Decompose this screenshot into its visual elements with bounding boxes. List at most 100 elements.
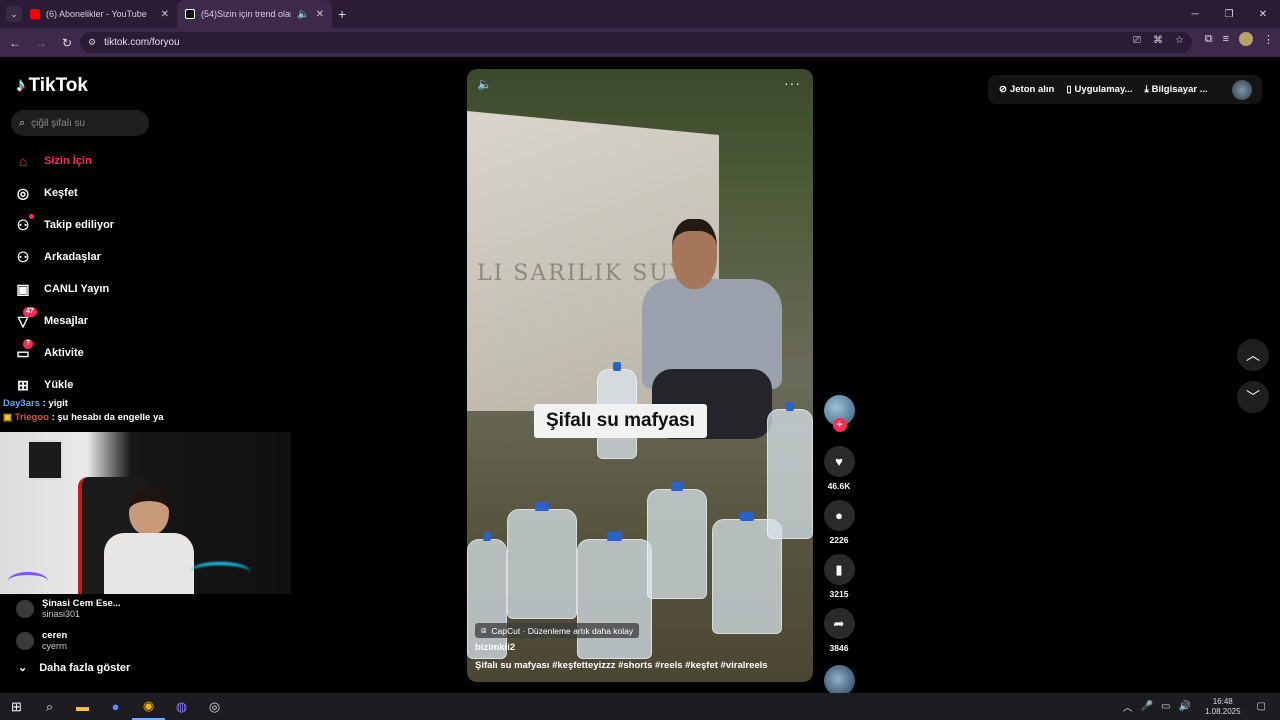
tab-youtube[interactable]: (6) Abonelikler - YouTube ✕ — [22, 0, 177, 28]
following-icon: ⚇ — [16, 216, 30, 233]
obs-icon[interactable]: ◎ — [198, 693, 231, 720]
minimize-button[interactable]: ─ — [1178, 0, 1212, 28]
search-placeholder: çiğil şifalı su — [31, 117, 86, 129]
translate-icon[interactable]: ⌘ — [1153, 35, 1163, 46]
close-tab-icon[interactable]: ✕ — [316, 9, 324, 20]
reload-button[interactable]: ↻ — [56, 32, 78, 54]
following-item[interactable]: Şinasi Cem Ese... sinasi301 — [16, 593, 121, 625]
new-tab-button[interactable]: + — [338, 6, 346, 22]
water-bottle — [577, 532, 652, 659]
profile-avatar[interactable] — [1232, 79, 1252, 100]
video-player[interactable]: LI SARILIK SUYU 🔈 ··· Şifalı su mafyası … — [467, 69, 813, 682]
sidebar-item-label: Mesajlar — [44, 315, 89, 327]
header-actions: ⊘ Jeton alın ▯ Uygulamay... ⤓ Bilgisayar… — [988, 75, 1262, 104]
water-bottle — [647, 482, 707, 599]
sidebar-item-friends[interactable]: ⚇ Arkadaşlar — [14, 241, 114, 273]
search-input[interactable]: ⌕ çiğil şifalı su — [11, 110, 149, 136]
bookmark-star-icon[interactable]: ☆ — [1175, 35, 1184, 46]
sidebar-item-activity[interactable]: ▭ 7 Aktivite — [14, 337, 114, 369]
author-avatar[interactable]: + — [823, 395, 855, 432]
tab-title: (54)Sizin için trend olan vid... — [201, 9, 291, 19]
subscriber-badge-icon: ▣ — [3, 412, 12, 423]
clock-time: 16:48 — [1212, 696, 1233, 706]
save-button[interactable]: ▮ — [823, 554, 855, 585]
get-app-button[interactable]: ▯ Uygulamay... — [1066, 84, 1132, 95]
sidebar-item-messages[interactable]: ▽ 47 Mesajlar — [14, 305, 114, 337]
sidebar-item-for-you[interactable]: ⌂ Sizin İçin — [14, 145, 114, 177]
cat-poster — [27, 440, 63, 480]
tab-search-button[interactable]: ⌄ — [6, 6, 22, 22]
extensions-icon[interactable]: ⧉ — [1205, 33, 1213, 46]
speaker-icon[interactable]: 🔈 — [297, 9, 309, 20]
following-name: ceren — [42, 630, 68, 641]
discord-icon[interactable]: ◍ — [165, 693, 198, 720]
following-username: cyerrn — [42, 641, 68, 651]
capcut-tag[interactable]: ⧈ CapCut · Düzenleme artık daha kolay — [475, 623, 640, 638]
url-bar[interactable]: ⚙ tiktok.com/foryou ⎚ ⌘ ☆ — [80, 32, 1192, 53]
video-actions: + ♥ 46.6K ● 2226 ▮ 3215 ➦ 3846 — [823, 395, 855, 696]
avatar — [16, 600, 34, 618]
home-icon: ⌂ — [18, 153, 28, 169]
profile-avatar[interactable] — [1239, 32, 1253, 46]
clock-date: 1.08.2025 — [1204, 706, 1241, 716]
sidebar-item-label: Arkadaşlar — [44, 251, 101, 263]
man-head — [672, 219, 717, 289]
sidebar-item-live[interactable]: ▣ CANLI Yayın — [14, 273, 114, 305]
next-video-button[interactable]: ﹀ — [1237, 381, 1269, 413]
windows-start-icon[interactable]: ⊞ — [0, 693, 33, 720]
volume-icon[interactable]: 🔈 — [477, 77, 492, 91]
install-app-icon[interactable]: ⎚ — [1133, 35, 1141, 46]
search-icon[interactable]: ⌕ — [33, 693, 66, 720]
music-disc-icon[interactable] — [823, 665, 855, 696]
notifications-icon[interactable]: ▢ — [1257, 701, 1266, 712]
chat-text: : yigit — [42, 398, 68, 409]
sidebar-item-upload[interactable]: ⊞ Yükle — [14, 369, 114, 401]
clock[interactable]: 16:48 1.08.2025 — [1205, 697, 1241, 717]
like-button[interactable]: ♥ — [823, 446, 855, 477]
site-info-icon[interactable]: ⚙ — [88, 37, 96, 48]
show-more-button[interactable]: ⌄ Daha fazla göster — [18, 661, 130, 675]
follow-plus-icon[interactable]: + — [832, 418, 847, 432]
bookmark-icon: ▮ — [835, 561, 843, 577]
close-window-button[interactable]: ✕ — [1246, 0, 1280, 28]
more-options-icon[interactable]: ··· — [784, 75, 801, 91]
sidebar-item-following[interactable]: ⚇ Takip ediliyor — [14, 209, 114, 241]
desktop-app-button[interactable]: ⤓ Bilgisayar ... — [1144, 84, 1207, 95]
streamer-shirt — [104, 533, 194, 594]
get-coins-button[interactable]: ⊘ Jeton alın — [999, 84, 1054, 95]
browser-tab-bar: ⌄ (6) Abonelikler - YouTube ✕ (54)Sizin … — [0, 0, 1280, 28]
streamer — [104, 487, 194, 594]
following-item[interactable]: ceren cyerrn — [16, 625, 121, 657]
app-icon[interactable]: ● — [99, 693, 132, 720]
tab-title: (6) Abonelikler - YouTube — [46, 9, 147, 19]
volume-icon[interactable]: 🔊 — [1179, 701, 1191, 712]
coin-icon: ⊘ — [999, 84, 1007, 95]
chevron-up-icon[interactable]: ︿ — [1123, 699, 1133, 714]
get-coins-label: Jeton alın — [1009, 84, 1055, 95]
window-controls: ─ ❐ ✕ — [1178, 0, 1280, 28]
browser-menu-icon[interactable]: ⋮ — [1263, 33, 1274, 46]
logo-text: TikTok — [28, 75, 88, 96]
previous-video-button[interactable]: ︿ — [1237, 339, 1269, 371]
close-tab-icon[interactable]: ✕ — [161, 9, 169, 20]
media-control-icon[interactable]: ≡ — [1223, 33, 1229, 45]
file-explorer-icon[interactable]: ▬ — [66, 693, 99, 720]
comment-button[interactable]: ● — [823, 500, 855, 531]
video-author[interactable]: bizimkii2 — [475, 642, 515, 653]
chrome-icon[interactable]: ◉ — [132, 693, 165, 720]
chevron-down-icon: ﹀ — [1246, 389, 1260, 405]
video-description: Şifalı su mafyası #keşfetteyizzz #shorts… — [475, 660, 768, 671]
forward-button[interactable]: → — [30, 32, 52, 54]
back-button[interactable]: ← — [4, 32, 26, 54]
tab-tiktok[interactable]: (54)Sizin için trend olan vid... 🔈 ✕ — [177, 0, 332, 28]
chevron-down-icon: ⌄ — [18, 662, 28, 674]
tiktok-page: ♪ TikTok ⌕ çiğil şifalı su ⌂ Sizin İçin … — [0, 57, 1280, 696]
microphone-icon[interactable]: 🎤 — [1141, 701, 1153, 712]
sidebar-nav: ⌂ Sizin İçin ◎ Keşfet ⚇ Takip ediliyor ⚇… — [14, 145, 114, 401]
sidebar-item-explore[interactable]: ◎ Keşfet — [14, 177, 114, 209]
network-icon[interactable]: ▭ — [1161, 701, 1170, 712]
share-button[interactable]: ➦ — [823, 608, 855, 639]
sidebar-item-label: CANLI Yayın — [44, 283, 110, 295]
tiktok-logo[interactable]: ♪ TikTok — [16, 75, 88, 97]
restore-button[interactable]: ❐ — [1212, 0, 1246, 28]
